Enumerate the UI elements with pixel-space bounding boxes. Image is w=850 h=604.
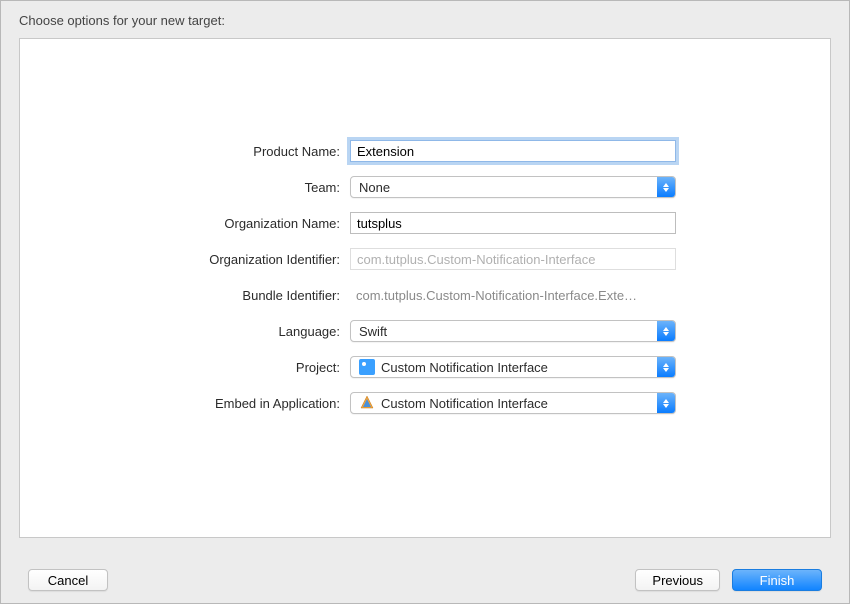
project-value: Custom Notification Interface (381, 360, 675, 375)
bundle-identifier-value: com.tutplus.Custom-Notification-Interfac… (350, 285, 676, 306)
updown-arrows-icon (657, 393, 675, 413)
org-name-input[interactable] (350, 212, 676, 234)
row-team: Team: None (20, 175, 830, 199)
application-icon (359, 395, 375, 411)
finish-button[interactable]: Finish (732, 569, 822, 591)
row-embed-in: Embed in Application: Custom Notificatio… (20, 391, 830, 415)
label-embed-in: Embed in Application: (20, 396, 350, 411)
team-popup[interactable]: None (350, 176, 676, 198)
product-name-input[interactable] (350, 140, 676, 162)
sheet-title: Choose options for your new target: (19, 13, 225, 28)
row-product-name: Product Name: (20, 139, 830, 163)
row-bundle-identifier: Bundle Identifier: com.tutplus.Custom-No… (20, 283, 830, 307)
label-bundle-identifier: Bundle Identifier: (20, 288, 350, 303)
project-popup[interactable]: Custom Notification Interface (350, 356, 676, 378)
footer: Cancel Previous Finish (0, 556, 850, 604)
label-language: Language: (20, 324, 350, 339)
team-value: None (359, 180, 675, 195)
row-language: Language: Swift (20, 319, 830, 343)
org-identifier-input (350, 248, 676, 270)
row-org-identifier: Organization Identifier: (20, 247, 830, 271)
updown-arrows-icon (657, 321, 675, 341)
xcode-project-icon (359, 359, 375, 375)
embed-in-value: Custom Notification Interface (381, 396, 675, 411)
embed-in-popup[interactable]: Custom Notification Interface (350, 392, 676, 414)
content-panel: Product Name: Team: None Organization Na… (19, 38, 831, 538)
form-area: Product Name: Team: None Organization Na… (20, 139, 830, 427)
label-team: Team: (20, 180, 350, 195)
updown-arrows-icon (657, 177, 675, 197)
sheet-header: Choose options for your new target: (1, 1, 849, 38)
cancel-button[interactable]: Cancel (28, 569, 108, 591)
label-product-name: Product Name: (20, 144, 350, 159)
row-org-name: Organization Name: (20, 211, 830, 235)
label-org-identifier: Organization Identifier: (20, 252, 350, 267)
label-org-name: Organization Name: (20, 216, 350, 231)
row-project: Project: Custom Notification Interface (20, 355, 830, 379)
language-popup[interactable]: Swift (350, 320, 676, 342)
updown-arrows-icon (657, 357, 675, 377)
previous-button[interactable]: Previous (635, 569, 720, 591)
label-project: Project: (20, 360, 350, 375)
language-value: Swift (359, 324, 675, 339)
